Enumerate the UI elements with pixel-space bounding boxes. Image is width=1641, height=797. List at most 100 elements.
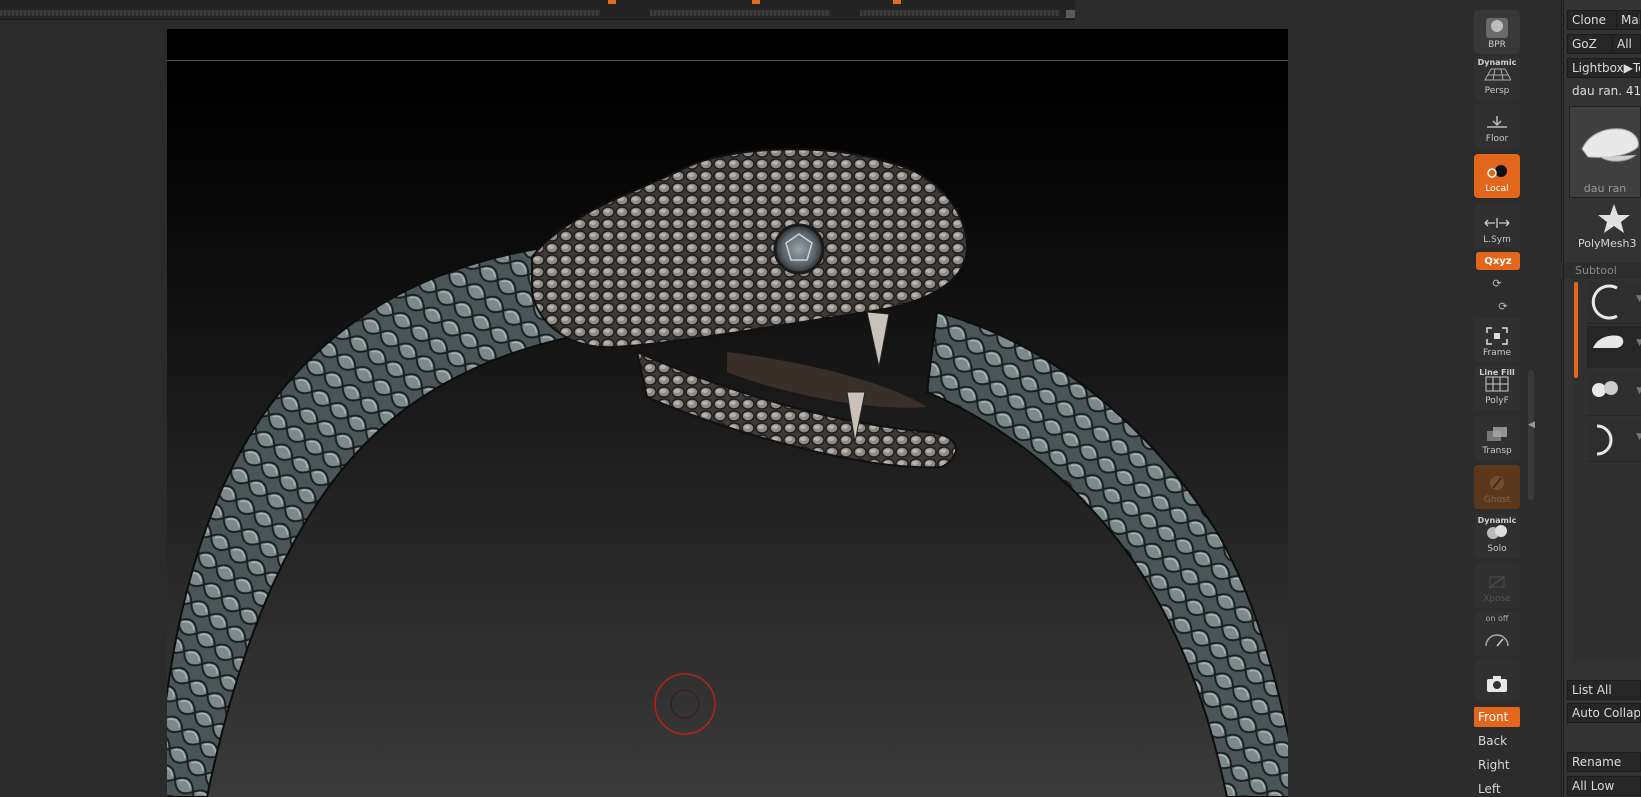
subtool-item[interactable]: ▼ [1587, 374, 1641, 416]
symmetry-arrows-icon [1483, 213, 1511, 233]
view-right-button[interactable]: Right [1474, 755, 1520, 775]
transp-button[interactable]: Transp [1474, 416, 1520, 460]
camera-icon [1483, 674, 1511, 694]
ghost-button[interactable]: Ghost [1474, 465, 1520, 509]
polyframe-grid-icon [1483, 374, 1511, 394]
top-slider-2[interactable] [650, 10, 830, 16]
ghost-label: Ghost [1483, 495, 1511, 505]
auto-collapse-label: Auto Collaps [1572, 706, 1641, 720]
list-all-label: List All [1572, 683, 1612, 697]
canvas-top-bar [167, 29, 1288, 61]
view-left-button[interactable]: Left [1474, 779, 1520, 797]
subtool-list: ▼ ▼ ▼ ▼ [1573, 280, 1641, 660]
viewport-canvas[interactable] [167, 62, 1288, 797]
goz-label: GoZ [1572, 37, 1597, 51]
shelf-collapse-arrow-icon[interactable]: ◀ [1528, 420, 1535, 430]
top-slider-1[interactable] [0, 10, 600, 16]
snake-head [531, 148, 969, 349]
subtool-expand-icon[interactable]: ▼ [1636, 338, 1641, 348]
snake-head-subtool-icon [1593, 335, 1624, 348]
brush-cursor [654, 673, 716, 735]
bpr-render-icon [1483, 18, 1511, 38]
subtool-item[interactable]: ▼ [1587, 420, 1641, 462]
spheres-subtool-icon [1592, 381, 1618, 397]
polymesh-tool-thumbnail[interactable]: PolyMesh3 [1566, 202, 1641, 252]
view-right-label: Right [1478, 758, 1510, 772]
local-label: Local [1485, 184, 1509, 194]
subtool-expand-icon[interactable]: ▼ [1636, 432, 1641, 442]
subtool-expand-icon[interactable]: ▼ [1636, 386, 1641, 396]
slider-marker [752, 0, 760, 4]
view-left-label: Left [1478, 782, 1501, 796]
bpr-button[interactable]: BPR [1474, 10, 1520, 54]
rename-button[interactable]: Rename [1567, 752, 1641, 772]
zbrush-window: BPR Dynamic Persp Floor Local L.Sym Fram… [0, 0, 1641, 797]
goz-all-label: All [1617, 37, 1632, 51]
clone-label: Clone [1572, 13, 1607, 27]
snapshot-button[interactable] [1474, 660, 1520, 700]
document-canvas-frame [167, 29, 1288, 797]
lightbox-tools-button[interactable]: Lightbox▶To [1567, 58, 1641, 78]
persp-label: Persp [1484, 86, 1510, 96]
solo-spheres-icon [1483, 522, 1511, 542]
all-low-button[interactable]: All Low [1567, 776, 1641, 796]
subtool-item[interactable]: ▼ [1587, 282, 1641, 324]
persp-top-label: Dynamic [1477, 58, 1517, 67]
floor-icon [1483, 112, 1511, 132]
xpose-icon [1483, 572, 1511, 592]
xyz-label: Qxyz [1484, 255, 1512, 267]
lsym-label: L.Sym [1483, 235, 1511, 245]
clone-button[interactable]: Clone [1567, 10, 1621, 30]
subtool-section-header[interactable]: Subtool [1561, 263, 1641, 279]
onoff-gauge-button[interactable]: on off [1474, 612, 1520, 656]
thumb-poly-caption: PolyMesh3 [1578, 237, 1637, 250]
subtool-selection-accent [1574, 282, 1578, 378]
current-tool-thumbnail[interactable]: dau ran [1569, 106, 1641, 198]
rotate-z-icon[interactable]: ⟳ [1496, 300, 1510, 314]
subtool-expand-icon[interactable]: ▼ [1636, 294, 1641, 304]
solo-label: Solo [1487, 544, 1507, 554]
slider-marker [893, 0, 901, 4]
gauge-icon [1483, 630, 1511, 650]
bpr-label: BPR [1488, 40, 1506, 50]
local-xyz-toggle[interactable]: Qxyz [1476, 252, 1520, 270]
snake-body-right [925, 310, 1288, 797]
slider-end-handle[interactable] [1066, 10, 1075, 18]
shelf-scrollbar[interactable] [1528, 370, 1534, 500]
frame-label: Frame [1482, 348, 1512, 358]
frame-corners-icon [1483, 326, 1511, 346]
floor-button[interactable]: Floor [1474, 104, 1520, 148]
view-front-label: Front [1478, 710, 1509, 724]
polyf-button[interactable]: Line Fill PolyF [1474, 366, 1520, 410]
frame-button[interactable]: Frame [1474, 318, 1520, 362]
xpose-button[interactable]: Xpose [1474, 564, 1520, 608]
top-slider-3[interactable] [860, 10, 1060, 16]
rotate-y-icon[interactable]: ⟳ [1490, 277, 1504, 291]
local-transform-icon [1483, 162, 1511, 182]
view-front-button[interactable]: Front [1474, 707, 1520, 727]
top-slider-strip [0, 0, 1075, 20]
solo-top-label: Dynamic [1477, 516, 1517, 525]
ghost-icon [1483, 473, 1511, 493]
onoff-label: on off [1485, 614, 1509, 623]
rename-label: Rename [1572, 755, 1622, 769]
make-label: Mak [1621, 13, 1640, 27]
snake-eye [773, 223, 825, 275]
polyf-label: PolyF [1485, 396, 1509, 406]
solo-button[interactable]: Dynamic Solo [1474, 514, 1520, 558]
lightbox-label: Lightbox▶To [1572, 61, 1641, 75]
auto-collapse-button[interactable]: Auto Collaps [1567, 703, 1641, 723]
local-button[interactable]: Local [1474, 154, 1520, 198]
goz-all-button[interactable]: All [1612, 34, 1641, 54]
panel-divider [1563, 0, 1564, 797]
star-polymesh-icon [1598, 204, 1630, 233]
list-all-button[interactable]: List All [1567, 680, 1641, 700]
lsym-button[interactable]: L.Sym [1474, 205, 1520, 249]
make-polymesh-button[interactable]: Mak [1616, 10, 1641, 30]
snake-head-thumbnail-icon [1581, 128, 1639, 162]
subtool-item-selected[interactable]: ▼ [1587, 326, 1641, 368]
transparency-icon [1483, 424, 1511, 444]
view-back-button[interactable]: Back [1474, 731, 1520, 751]
persp-button[interactable]: Dynamic Persp [1474, 56, 1520, 100]
right-shelf: BPR Dynamic Persp Floor Local L.Sym Fram… [1472, 0, 1526, 797]
